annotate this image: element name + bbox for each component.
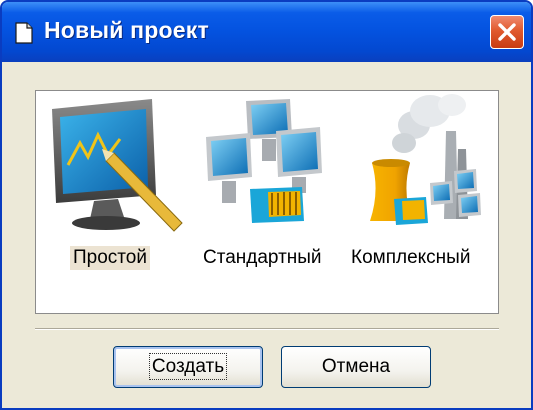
project-type-label: Стандартный <box>203 247 322 268</box>
new-project-dialog: Новый проект Простой Стандартный Комплек… <box>0 0 533 410</box>
project-type-simple[interactable]: Простой <box>36 91 196 313</box>
networked-computers-icon <box>206 99 322 223</box>
project-type-label: Простой <box>70 246 150 270</box>
close-icon <box>498 23 516 41</box>
cancel-button[interactable]: Отмена <box>281 346 431 388</box>
industrial-plant-icon <box>370 94 481 225</box>
close-button[interactable] <box>490 15 524 49</box>
project-type-list: Простой Стандартный Комплексный <box>35 90 499 314</box>
project-type-label: Комплексный <box>351 247 471 268</box>
create-button[interactable]: Создать <box>113 346 263 388</box>
document-icon <box>15 22 33 44</box>
project-type-standard[interactable]: Стандартный <box>198 91 346 313</box>
create-button-label: Создать <box>148 353 228 380</box>
monitor-chart-pencil-icon <box>52 99 183 232</box>
project-type-complex[interactable]: Комплексный <box>348 91 498 313</box>
title-bar[interactable]: Новый проект <box>2 2 531 62</box>
cancel-button-label: Отмена <box>321 356 391 377</box>
dialog-title: Новый проект <box>44 17 209 43</box>
separator <box>35 328 499 330</box>
